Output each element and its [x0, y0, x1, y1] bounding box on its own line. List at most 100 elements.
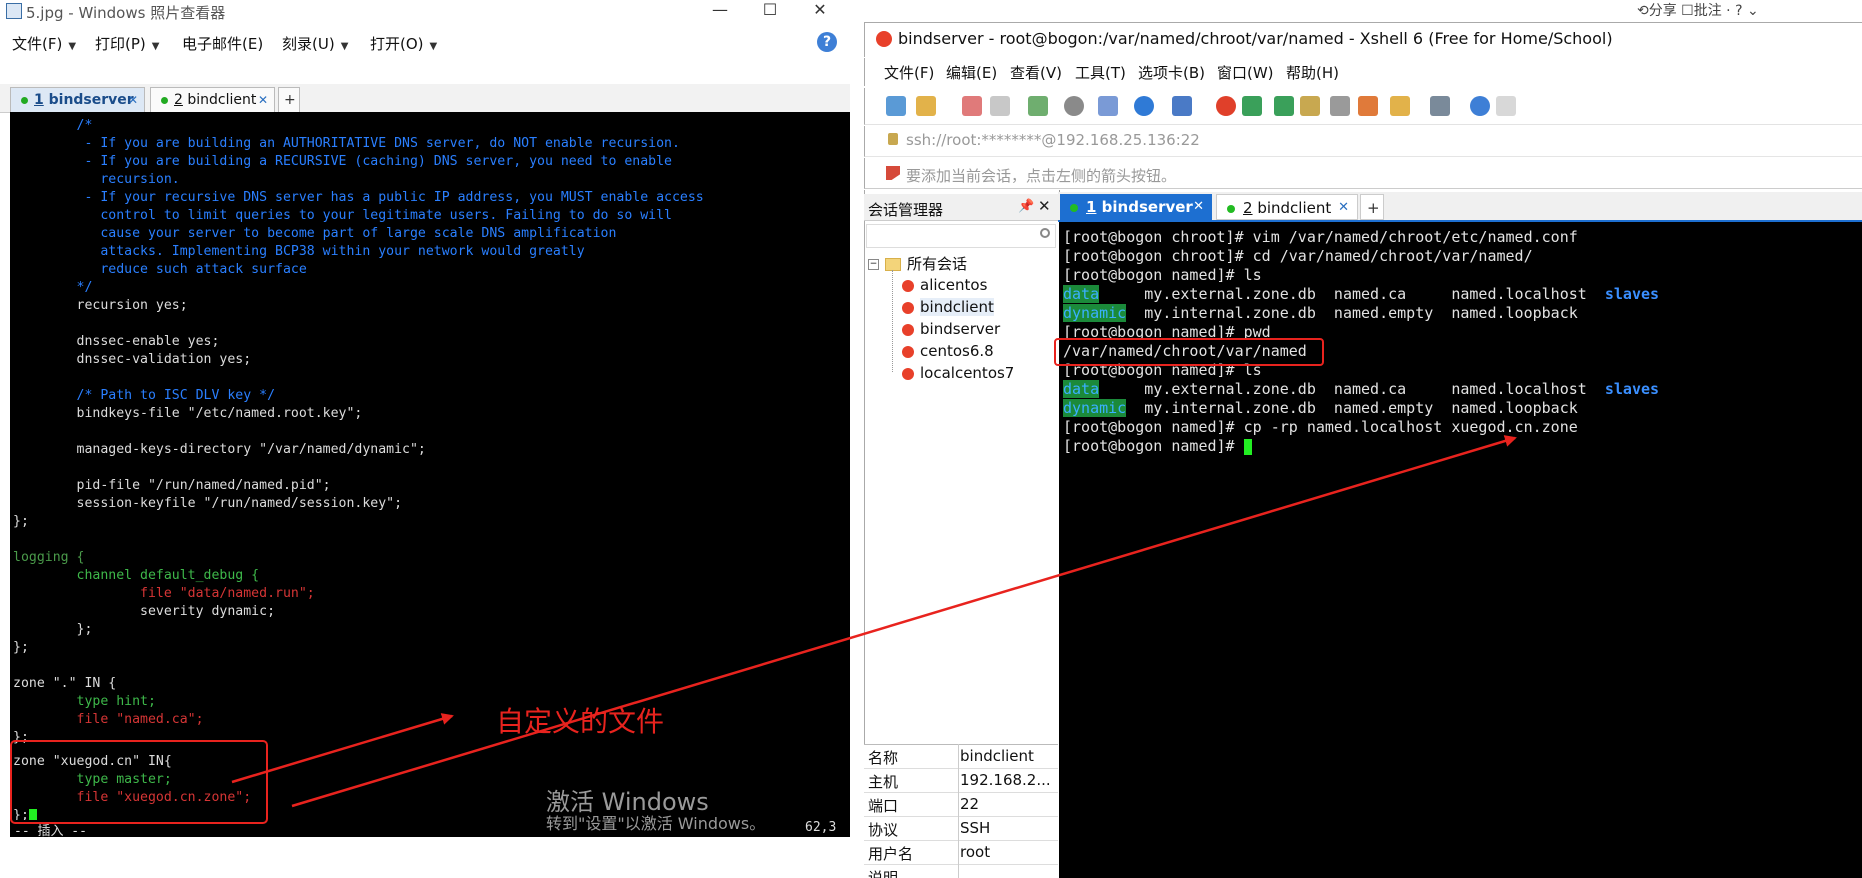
session-icon — [902, 345, 914, 358]
terminal-screen[interactable]: /* - If you are building an AUTHORITATIV… — [10, 112, 850, 832]
terminal-line: recursion yes; — [13, 298, 188, 313]
menu-burn[interactable]: 刻录(U) ▼ — [282, 33, 348, 54]
terminal-line: dnssec-validation yes; — [13, 352, 252, 367]
menu-file[interactable]: 文件(F) ▼ — [12, 33, 76, 54]
menu-tabs[interactable]: 选项卡(B) — [1138, 62, 1205, 83]
menu-email[interactable]: 电子邮件(E) — [182, 33, 263, 54]
session-hint-text: 要添加当前会话，点击左侧的箭头按钮。 — [906, 167, 1177, 185]
new-tab-button[interactable]: + — [278, 87, 300, 112]
reconnect-icon[interactable] — [962, 96, 982, 116]
tree-connector — [892, 270, 894, 372]
session-icon — [902, 367, 914, 380]
session-item-localcentos7[interactable]: localcentos7 — [902, 364, 1014, 382]
close-tab-icon[interactable]: ✕ — [258, 88, 268, 112]
menu-edit[interactable]: 编辑(E) — [946, 62, 997, 83]
menu-open[interactable]: 打开(O) ▼ — [370, 33, 437, 54]
close-tab-icon[interactable]: ✕ — [1338, 195, 1349, 221]
tab-bindclient[interactable]: 2 bindclient ✕ — [150, 87, 275, 112]
copy-icon[interactable] — [1098, 96, 1118, 116]
property-row: 主机 192.168.2... — [864, 768, 1058, 793]
terminal-line: data my.external.zone.db named.ca named.… — [1063, 380, 1660, 398]
xftp-icon[interactable] — [1242, 96, 1262, 116]
status-dot-icon — [21, 97, 28, 104]
collapse-icon[interactable]: − — [868, 259, 879, 270]
background-window-controls: ⟲分享 ☐批注 · ? ⌄ — [1637, 3, 1759, 19]
session-item-bindclient[interactable]: bindclient — [902, 298, 994, 316]
property-row: 用户名 root — [864, 840, 1058, 865]
terminal-line: /* — [13, 118, 93, 133]
chat-icon[interactable] — [1496, 96, 1516, 116]
annotation-label: 自定义的文件 — [496, 705, 665, 738]
tab-bindserver[interactable]: 1 bindserver ✕ — [1060, 194, 1212, 220]
add-folder-icon[interactable] — [1390, 96, 1410, 116]
terminal-line: }; — [13, 640, 29, 655]
terminal-line: */ — [13, 280, 93, 295]
text-cursor — [1243, 439, 1252, 455]
terminal-line: logging { — [13, 550, 85, 565]
chevron-down-icon: ▼ — [68, 41, 77, 52]
session-icon — [902, 301, 914, 314]
terminal-line: control to limit queries to your legitim… — [13, 208, 672, 223]
status-dot-icon — [161, 97, 168, 104]
menu-file[interactable]: 文件(F) — [884, 62, 934, 83]
terminal-line: }; — [13, 514, 29, 529]
terminal-line: severity dynamic; — [13, 604, 276, 619]
address-input[interactable]: ssh://root:********@192.168.25.136:22 — [906, 131, 1200, 149]
xshell-icon[interactable] — [1216, 96, 1236, 116]
tab-bindserver[interactable]: 1 bindserver ✕ — [10, 87, 145, 112]
terminal-line: reduce such attack surface — [13, 262, 307, 277]
help-icon[interactable] — [1470, 96, 1490, 116]
tab-bindclient[interactable]: 2 bindclient ✕ — [1216, 194, 1358, 220]
session-item-centos68[interactable]: centos6.8 — [902, 342, 994, 360]
menu-help[interactable]: 帮助(H) — [1286, 62, 1339, 83]
session-item-bindserver[interactable]: bindserver — [902, 320, 1000, 338]
status-dot-icon — [1070, 204, 1078, 212]
search-icon[interactable] — [1040, 228, 1050, 238]
lock-icon[interactable] — [1300, 96, 1320, 116]
terminal-screen[interactable]: [root@bogon chroot]# vim /var/named/chro… — [1059, 222, 1862, 878]
annotation-highlight-pwd — [1054, 338, 1324, 366]
xshell-window: ⟲分享 ☐批注 · ? ⌄ bindserver - root@bogon:/v… — [850, 0, 1862, 878]
new-tab-button[interactable]: + — [1360, 194, 1384, 220]
keyboard-icon[interactable] — [1330, 96, 1350, 116]
close-button[interactable]: ✕ — [800, 0, 840, 22]
close-tab-icon[interactable]: ✕ — [128, 88, 138, 112]
fullscreen-icon[interactable] — [1274, 96, 1294, 116]
help-icon[interactable]: ? — [817, 32, 837, 52]
globe-icon[interactable] — [1134, 96, 1154, 116]
status-dot-icon — [1227, 205, 1235, 213]
terminal-line: dynamic my.internal.zone.db named.empty … — [1063, 399, 1578, 417]
new-session-icon[interactable] — [886, 96, 906, 116]
minimize-button[interactable]: — — [700, 0, 740, 22]
search-icon[interactable] — [1064, 96, 1084, 116]
terminal-line: dnssec-enable yes; — [13, 334, 220, 349]
close-panel-icon[interactable]: ✕ — [1038, 197, 1051, 215]
terminal-line: channel default_debug { — [13, 568, 260, 583]
session-search-input[interactable] — [866, 224, 1056, 248]
tree-root-all-sessions[interactable]: − 所有会话 — [868, 253, 967, 274]
chevron-down-icon: ▼ — [151, 41, 160, 52]
terminal-line: managed-keys-directory "/var/named/dynam… — [13, 442, 426, 457]
font-icon[interactable] — [1172, 96, 1192, 116]
layout-icon[interactable] — [1430, 96, 1450, 116]
maximize-button[interactable]: ☐ — [750, 0, 790, 22]
menu-view[interactable]: 查看(V) — [1010, 62, 1062, 83]
highlight-icon[interactable] — [1358, 96, 1378, 116]
xshell-logo-icon — [876, 31, 892, 47]
menu-tools[interactable]: 工具(T) — [1075, 62, 1126, 83]
session-item-alicentos[interactable]: alicentos — [902, 276, 987, 294]
property-row: 协议 SSH — [864, 816, 1058, 841]
terminal-line: [root@bogon chroot]# vim /var/named/chro… — [1063, 228, 1578, 246]
disconnect-icon[interactable] — [990, 96, 1010, 116]
menu-window[interactable]: 窗口(W) — [1217, 62, 1274, 83]
terminal-line: zone "." IN { — [13, 676, 117, 691]
session-manager-title: 会话管理器 — [868, 201, 944, 219]
terminal-line: bindkeys-file "/etc/named.root.key"; — [13, 406, 363, 421]
open-folder-icon[interactable] — [916, 96, 936, 116]
terminal-line: [root@bogon chroot]# cd /var/named/chroo… — [1063, 247, 1533, 265]
terminal-line: type hint; — [13, 694, 156, 709]
properties-icon[interactable] — [1028, 96, 1048, 116]
menu-print[interactable]: 打印(P) ▼ — [95, 33, 159, 54]
close-tab-icon[interactable]: ✕ — [1193, 194, 1204, 220]
pin-icon[interactable]: 📌 — [1018, 199, 1034, 214]
